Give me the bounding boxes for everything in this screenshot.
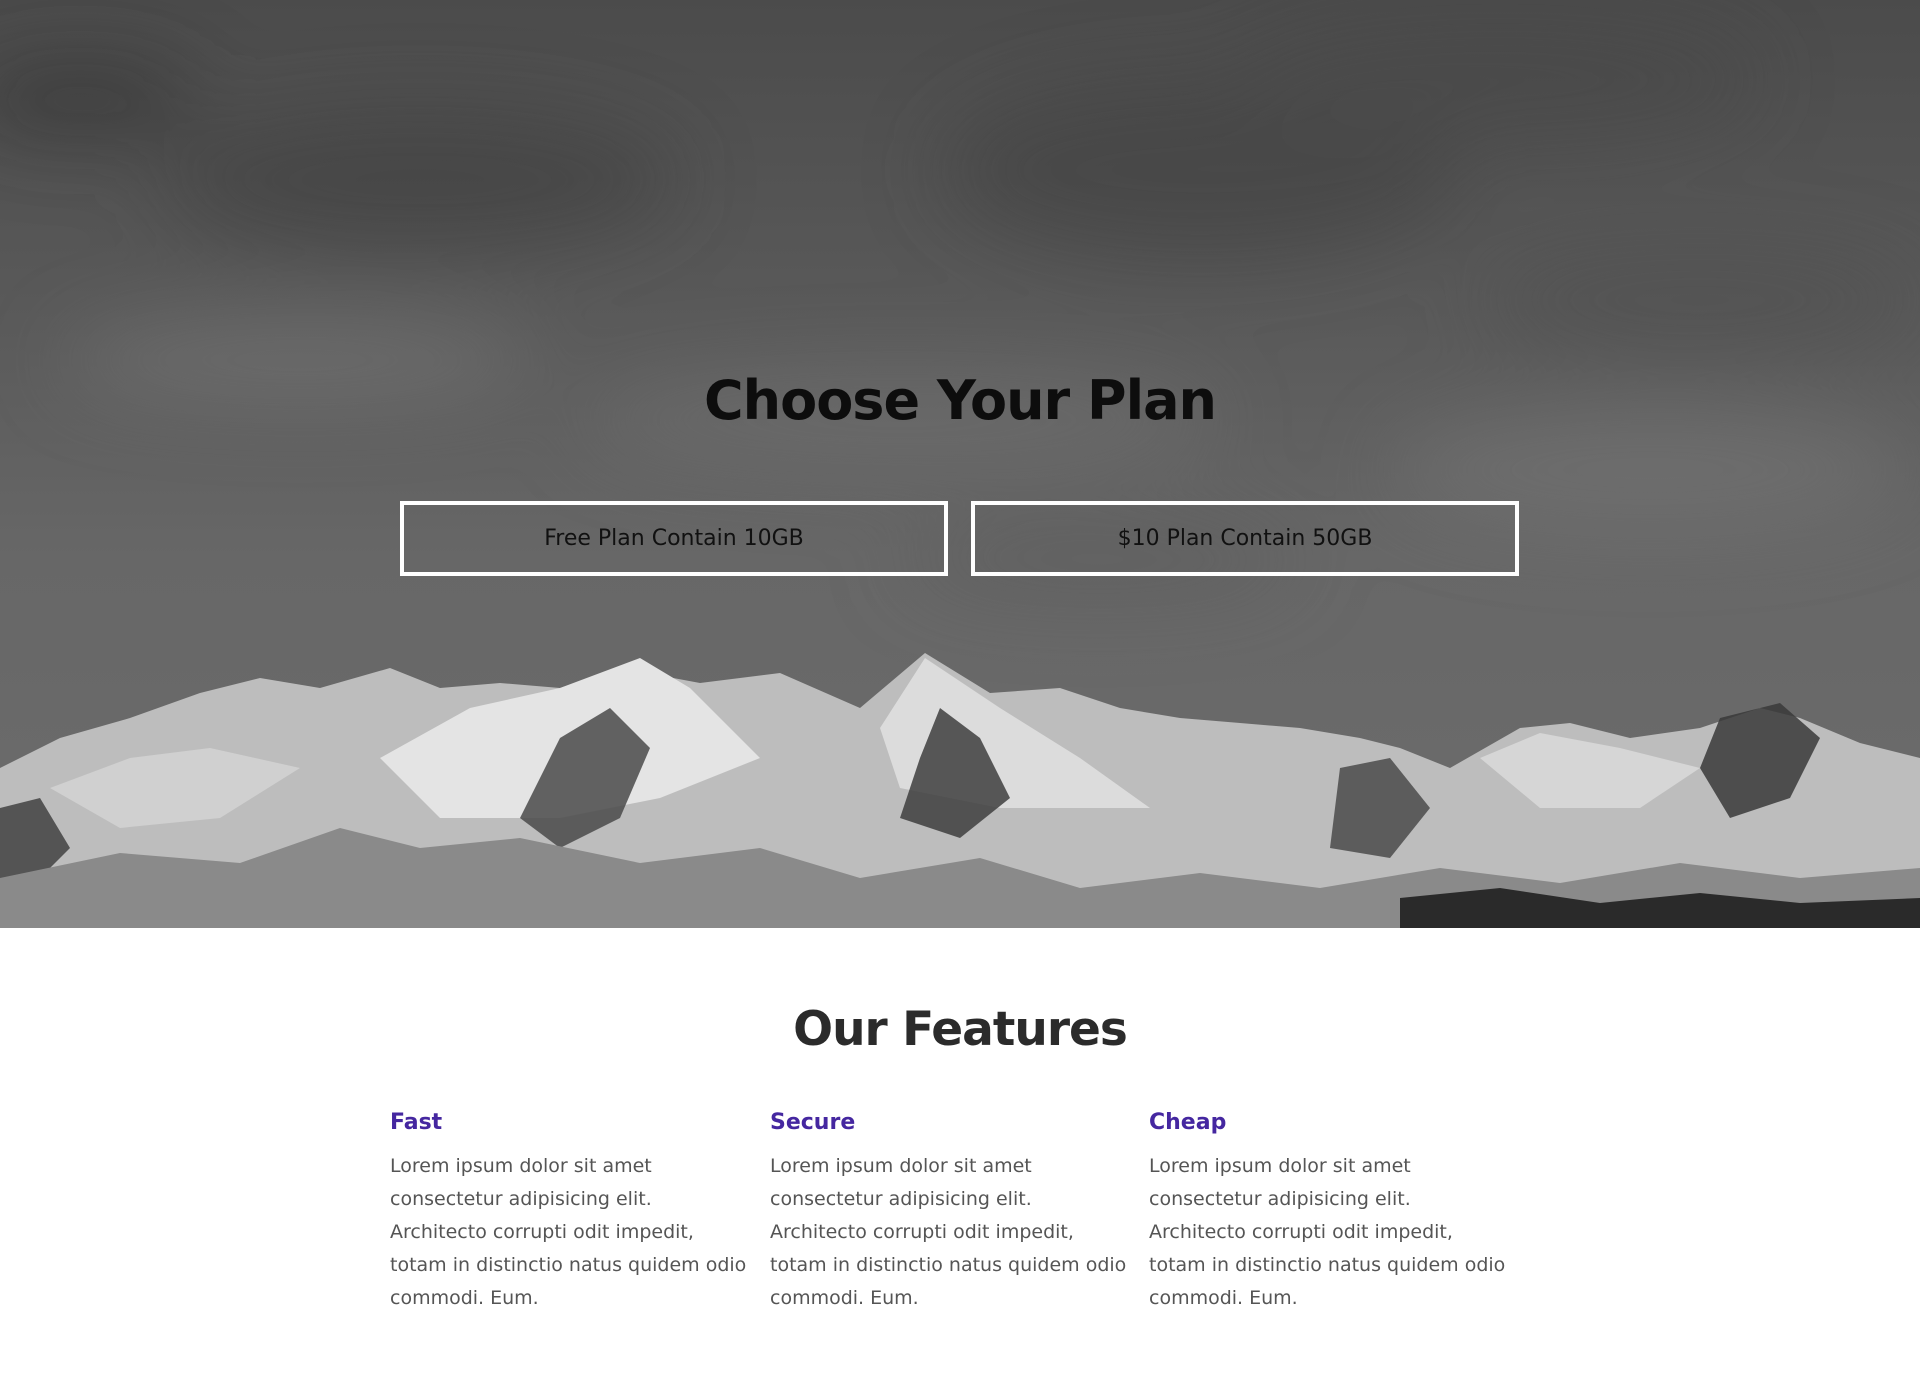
mountain-range-image	[0, 653, 1920, 928]
feature-description: Lorem ipsum dolor sit amet consectetur a…	[1149, 1155, 1506, 1309]
features-section: Our Features Fast Lorem ipsum dolor sit …	[0, 928, 1920, 1375]
feature-description: Lorem ipsum dolor sit amet consectetur a…	[770, 1155, 1127, 1309]
free-plan-button[interactable]: Free Plan Contain 10GB	[400, 501, 948, 576]
paid-plan-label: $10 Plan Contain 50GB	[1117, 526, 1373, 551]
features-title: Our Features	[793, 1002, 1128, 1057]
hero-title: Choose Your Plan	[704, 369, 1217, 432]
feature-fast: Fast Lorem ipsum dolor sit amet consecte…	[390, 1108, 750, 1315]
feature-heading: Cheap	[1149, 1110, 1227, 1135]
feature-heading: Secure	[770, 1110, 856, 1135]
feature-secure: Secure Lorem ipsum dolor sit amet consec…	[770, 1108, 1130, 1315]
feature-description: Lorem ipsum dolor sit amet consectetur a…	[390, 1155, 747, 1309]
feature-cheap: Cheap Lorem ipsum dolor sit amet consect…	[1149, 1108, 1509, 1315]
hero-section: Choose Your Plan Free Plan Contain 10GB …	[0, 0, 1920, 928]
paid-plan-button[interactable]: $10 Plan Contain 50GB	[971, 501, 1519, 576]
free-plan-label: Free Plan Contain 10GB	[544, 526, 804, 551]
feature-heading: Fast	[390, 1110, 443, 1135]
